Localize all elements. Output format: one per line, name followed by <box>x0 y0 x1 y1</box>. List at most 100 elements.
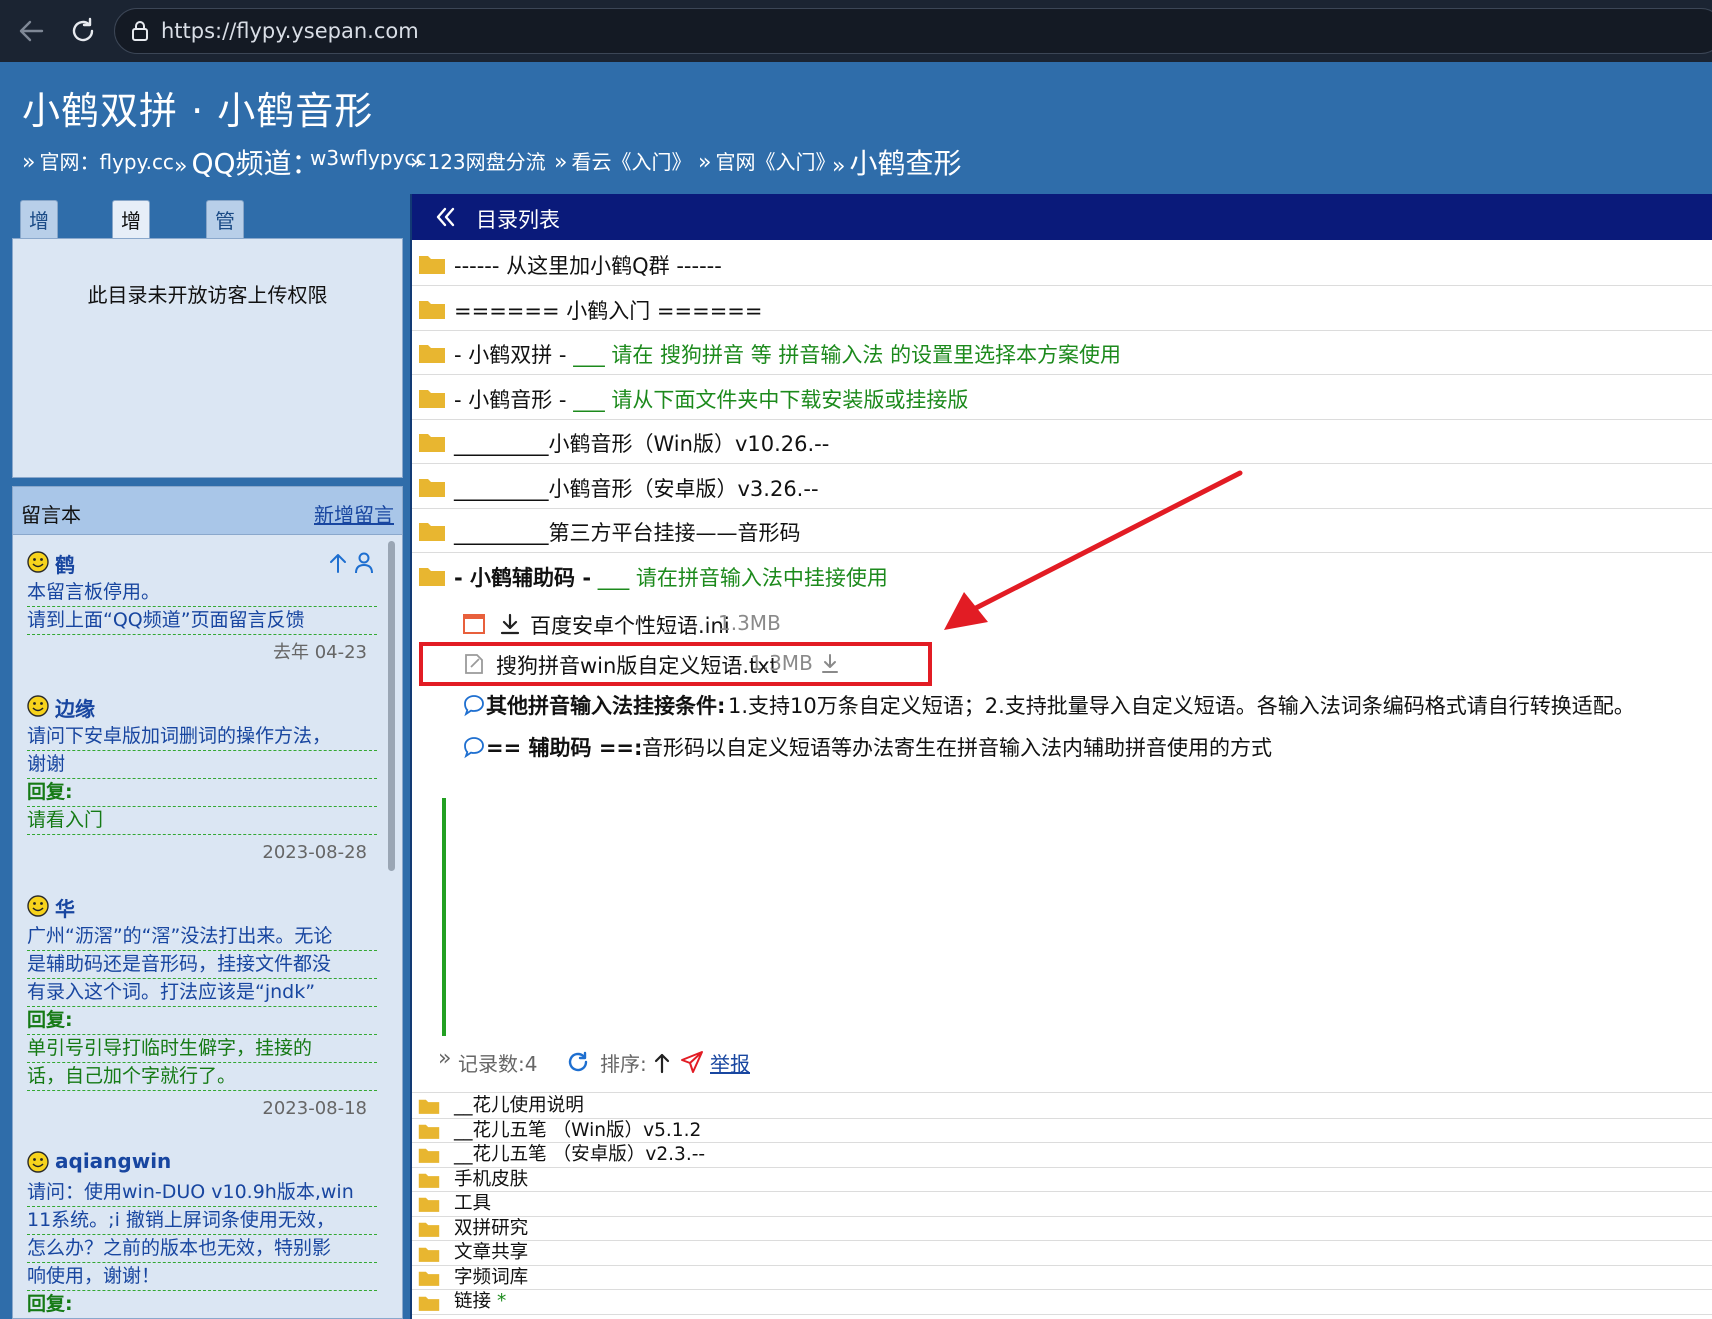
note-title: 其他拼音输入法挂接条件: <box>486 694 726 718</box>
note-row: == 辅助码 ==: 音形码以自定义短语等办法寄生在拼音输入法内辅助拼音使用的方… <box>452 726 1712 766</box>
note-title: == 辅助码 ==: <box>486 736 643 760</box>
folder-row[interactable]: ====== 小鹤入门 ====== <box>412 287 1712 331</box>
message-line: 有录入这个词。打法应该是“jndk” <box>27 979 377 1007</box>
site-title: 小鹤双拼 · 小鹤音形 <box>22 89 374 133</box>
smile-icon <box>27 895 49 917</box>
message-date: 去年 04-23 <box>272 642 367 663</box>
file-name[interactable]: 百度安卓个性短语.ini <box>530 610 730 640</box>
reload-icon[interactable] <box>66 14 100 48</box>
page-header: 小鹤双拼 · 小鹤音形 » 官网：flypy.cc » QQ频道： w3wflypy… <box>0 62 1712 194</box>
directory-panel: 目录列表 ------ 从这里加小鹤Q群 ------ ====== 小鹤入门 … <box>410 194 1712 1319</box>
message-line: 本留言板停用。 <box>27 579 377 607</box>
upload-panel: 此目录未开放访客上传权限 <box>12 238 403 478</box>
folder-row[interactable]: - 小鹤音形 - ___ 请从下面文件夹中下载安装版或挂接版 <box>412 376 1712 420</box>
sort-label: 排序: <box>600 1052 647 1076</box>
folder-row[interactable]: _________第三方平台挂接——音形码 <box>412 509 1712 553</box>
folder-row[interactable]: 字频词库 <box>412 1266 1712 1291</box>
folder-label[interactable]: 链接 * <box>454 1290 506 1315</box>
folder-icon <box>418 1247 440 1262</box>
comment-icon <box>464 695 484 717</box>
nav-link-official-intro[interactable]: » 官网《入门》 <box>698 146 835 175</box>
note-row: 其他拼音输入法挂接条件: 1.支持10万条自定义短语；2.支持批量导入自定义短语… <box>452 684 1712 724</box>
sort-up-icon[interactable] <box>652 1052 672 1074</box>
message-line: 是辅助码还是音形码，挂接文件都没 <box>27 951 377 979</box>
folder-label[interactable]: 字频词库 <box>454 1266 528 1291</box>
nav-link-123pan[interactable]: » 123网盘分流 <box>410 146 546 175</box>
folder-label[interactable]: ------ 从这里加小鹤Q群 ------ <box>454 250 722 280</box>
folder-icon <box>418 1198 440 1213</box>
folder-label[interactable]: 手机皮肤 <box>454 1168 528 1193</box>
folder-row[interactable]: ------ 从这里加小鹤Q群 ------ <box>412 242 1712 286</box>
up-arrow-icon[interactable] <box>327 551 349 575</box>
reply-line: 话，自己加个字就行了。 <box>27 1063 377 1091</box>
folder-row[interactable]: _________小鹤音形（Win版）v10.26.-- <box>412 420 1712 464</box>
nav-link-kanyun-intro[interactable]: » 看云《入门》 <box>554 146 691 175</box>
folder-label[interactable]: 双拼研究 <box>454 1217 528 1242</box>
subtree-line <box>442 798 446 1036</box>
report-link[interactable]: 举报 <box>710 1048 750 1077</box>
smile-icon <box>27 551 49 573</box>
folder-icon <box>419 434 445 452</box>
folder-row[interactable]: - 小鹤双拼 - ___ 请在 搜狗拼音 等 拼音输入法 的设置里选择本方案使用 <box>412 331 1712 375</box>
tab-add-directory[interactable]: 增加目录 <box>20 200 58 353</box>
guestbook-message: 华 广州“沥滘”的“滘”没法打出来。无论 是辅助码还是音形码，挂接文件都没 有录… <box>27 893 377 1127</box>
download-icon[interactable] <box>498 612 522 636</box>
folder-icon <box>418 1296 440 1311</box>
reply-label: 回复: <box>27 779 377 807</box>
lock-icon[interactable] <box>129 20 151 42</box>
folder-row[interactable]: __花儿使用说明 <box>412 1094 1712 1119</box>
url-text[interactable]: https://flypy.ysepan.com <box>161 19 419 43</box>
folder-icon <box>418 1173 440 1188</box>
folder-row[interactable]: 双拼研究 <box>412 1217 1712 1242</box>
new-message-link[interactable]: 新增留言 <box>314 499 394 528</box>
folder-label[interactable]: - 小鹤辅助码 - ___ 请在拼音输入法中挂接使用 <box>454 562 888 592</box>
folder-label[interactable]: _________第三方平台挂接——音形码 <box>454 517 801 547</box>
folder-label[interactable]: - 小鹤双拼 - ___ 请在 搜狗拼音 等 拼音输入法 的设置里选择本方案使用 <box>454 339 1121 369</box>
file-row[interactable]: 百度安卓个性短语.ini 1.3MB <box>452 604 1712 644</box>
folder-icon <box>419 523 445 541</box>
guestbook: 留言本 新增留言 鹤 本留言板停用。 请到上面“QQ频道”页面留言反馈 去年 0… <box>12 486 403 1319</box>
folder-row[interactable]: 链接 * <box>412 1290 1712 1315</box>
record-bar: » 记录数:4 排序: 举报 <box>438 1046 1238 1082</box>
nav-link-shape-lookup[interactable]: » 小鹤查形 <box>832 142 961 182</box>
address-bar[interactable]: https://flypy.ysepan.com <box>114 8 1712 54</box>
nav-link-qq-id[interactable]: w3wflypycc <box>306 146 426 171</box>
nav-link-official[interactable]: » 官网：flypy.cc <box>22 146 174 175</box>
folder-icon <box>418 1099 440 1115</box>
folder-icon <box>419 301 445 319</box>
folder-icon <box>418 1222 440 1237</box>
tab-admin[interactable]: 管理区 <box>206 200 244 313</box>
folder-row[interactable]: 工具 <box>412 1192 1712 1217</box>
folder-label[interactable]: __花儿五笔 （Win版）v5.1.2 <box>454 1119 701 1144</box>
folder-label[interactable]: ====== 小鹤入门 ====== <box>454 295 763 325</box>
folder-label[interactable]: 工具 <box>454 1192 491 1217</box>
folder-icon <box>419 345 445 363</box>
separator <box>412 1092 1712 1093</box>
folder-row[interactable]: 文章共享 <box>412 1241 1712 1266</box>
folder-label[interactable]: 文章共享 <box>454 1241 528 1266</box>
folder-row[interactable]: __花儿五笔 （Win版）v5.1.2 <box>412 1119 1712 1144</box>
report-send-icon[interactable] <box>680 1050 704 1074</box>
folder-label[interactable]: __花儿使用说明 <box>454 1094 584 1119</box>
folder-row-open[interactable]: - 小鹤辅助码 - ___ 请在拼音输入法中挂接使用 <box>412 554 1712 598</box>
folder-label[interactable]: - 小鹤音形 - ___ 请从下面文件夹中下载安装版或挂接版 <box>454 384 968 414</box>
back-arrow-icon[interactable] <box>14 14 48 48</box>
folder-label[interactable]: __花儿五笔 （安卓版）v2.3.-- <box>454 1143 705 1168</box>
folder-icon <box>418 1149 440 1164</box>
message-line: 11系统。;i 撤销上屏词条使用无效， <box>27 1207 377 1235</box>
folder-label[interactable]: _________小鹤音形（安卓版）v3.26.-- <box>454 473 819 503</box>
note-text: 音形码以自定义短语等办法寄生在拼音输入法内辅助拼音使用的方式 <box>642 736 1272 760</box>
guestbook-scrollbar[interactable] <box>388 541 395 871</box>
message-line: 广州“沥滘”的“滘”没法打出来。无论 <box>27 923 377 951</box>
nav-link-qq-channel[interactable]: » QQ频道： <box>174 142 320 182</box>
user-icon[interactable] <box>353 551 375 575</box>
folder-row[interactable]: 手机皮肤 <box>412 1168 1712 1193</box>
new-star: * <box>497 1291 507 1313</box>
folder-row[interactable]: _________小鹤音形（安卓版）v3.26.-- <box>412 465 1712 509</box>
collapse-icon[interactable] <box>432 204 458 230</box>
guestbook-message: 鹤 本留言板停用。 请到上面“QQ频道”页面留言反馈 去年 04-23 <box>27 549 377 671</box>
folder-row[interactable]: __花儿五笔 （安卓版）v2.3.-- <box>412 1143 1712 1168</box>
refresh-icon[interactable] <box>566 1050 590 1074</box>
smile-icon <box>27 1151 49 1173</box>
folder-label[interactable]: _________小鹤音形（Win版）v10.26.-- <box>454 428 829 458</box>
